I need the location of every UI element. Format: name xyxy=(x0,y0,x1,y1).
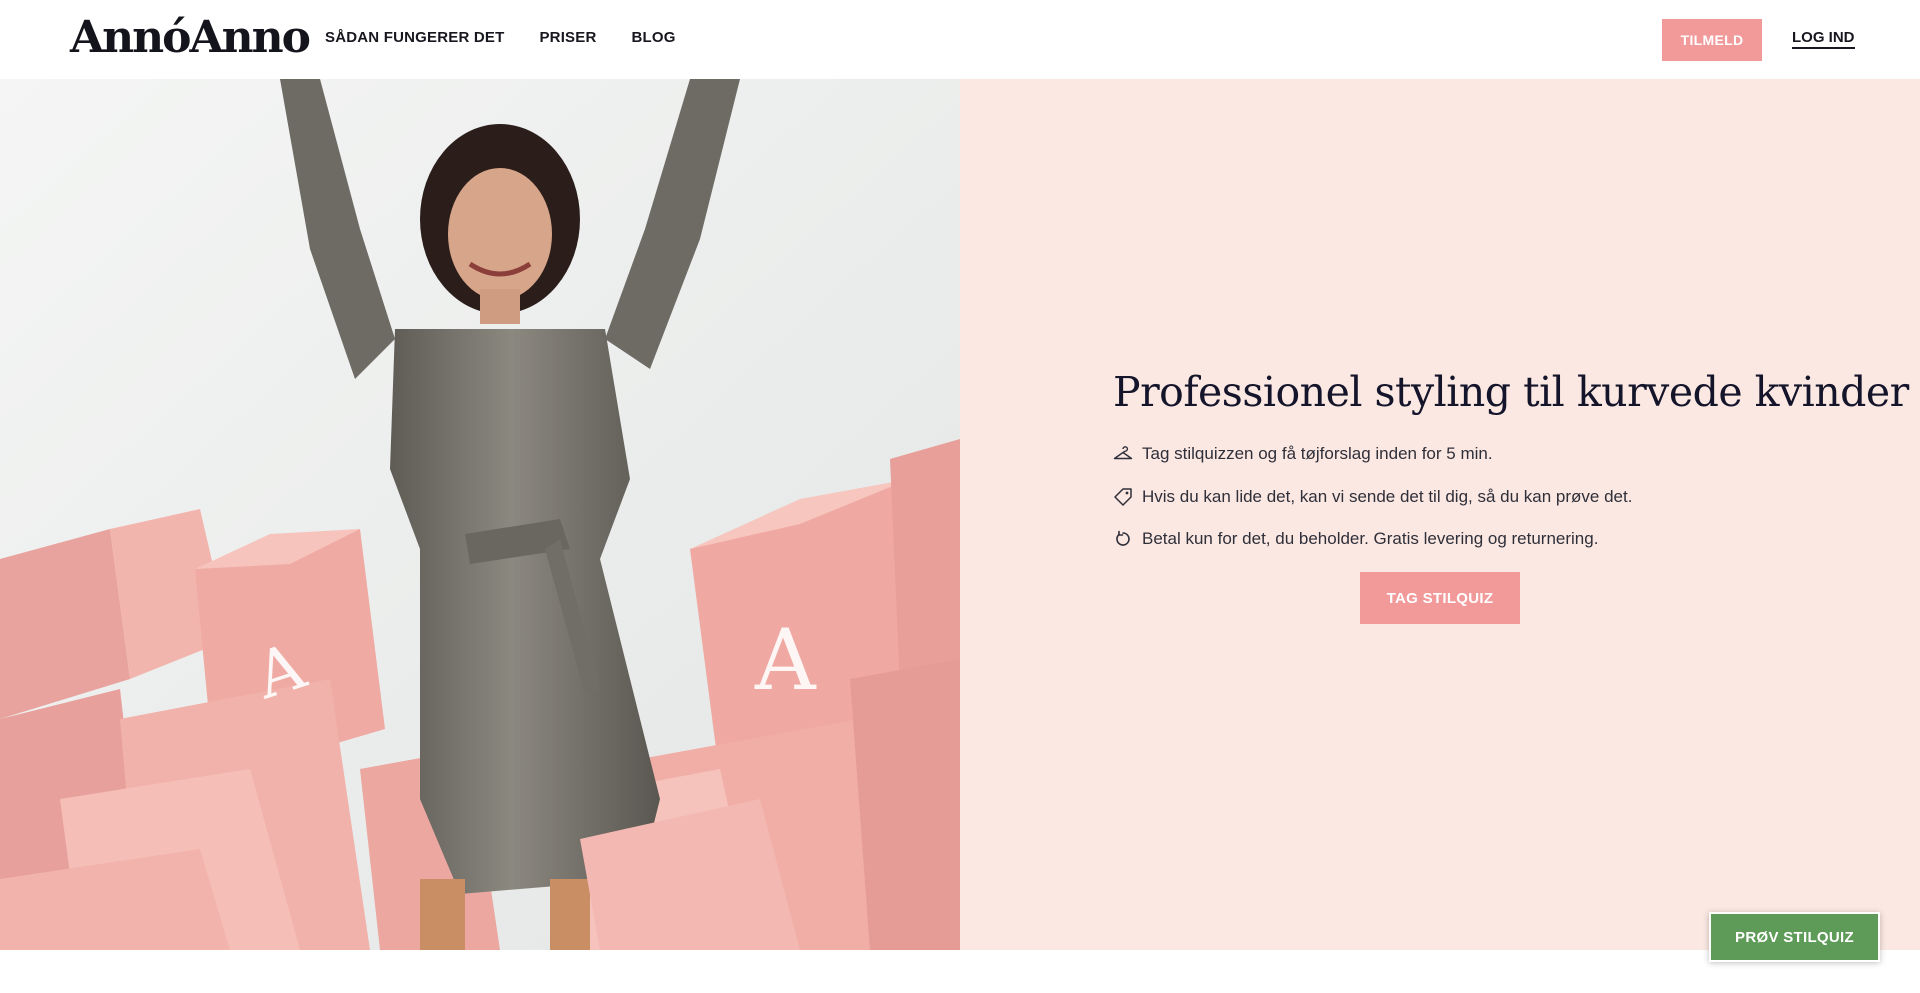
take-quiz-button[interactable]: TAG STILQUIZ xyxy=(1360,572,1520,624)
svg-text:A: A xyxy=(754,611,817,709)
main-nav: SÅDAN FUNGERER DET PRISER BLOG xyxy=(325,29,676,46)
feature-item: Hvis du kan lide det, kan vi sende det t… xyxy=(1112,485,1632,509)
feature-text: Hvis du kan lide det, kan vi sende det t… xyxy=(1142,486,1633,506)
nav-item-prices[interactable]: PRISER xyxy=(539,29,596,46)
hanger-icon xyxy=(1112,443,1134,465)
brand-logo[interactable]: AnnóAnno xyxy=(70,12,311,64)
login-link[interactable]: LOG IND xyxy=(1792,29,1855,49)
tag-icon xyxy=(1112,486,1134,508)
feature-list: Tag stilquizzen og få tøjforslag inden f… xyxy=(1112,442,1632,570)
return-icon xyxy=(1112,528,1134,550)
feature-text: Tag stilquizzen og få tøjforslag inden f… xyxy=(1142,444,1493,463)
nav-item-how-it-works[interactable]: SÅDAN FUNGERER DET xyxy=(325,29,504,46)
feature-item: Tag stilquizzen og få tøjforslag inden f… xyxy=(1112,442,1632,466)
feature-item: Betal kun for det, du beholder. Gratis l… xyxy=(1112,527,1632,551)
try-quiz-floating-button[interactable]: PRØV STILQUIZ xyxy=(1709,912,1880,962)
nav-item-blog[interactable]: BLOG xyxy=(632,29,676,46)
site-header: AnnóAnno SÅDAN FUNGERER DET PRISER BLOG … xyxy=(0,0,1920,79)
feature-text: Betal kun for det, du beholder. Gratis l… xyxy=(1142,529,1599,548)
hero-headline: Professionel styling til kurvede kvinder xyxy=(1113,368,1909,416)
signup-button[interactable]: TILMELD xyxy=(1662,19,1762,61)
hero-image: A A xyxy=(0,79,960,950)
hero-photo-illustration: A A xyxy=(0,79,960,950)
